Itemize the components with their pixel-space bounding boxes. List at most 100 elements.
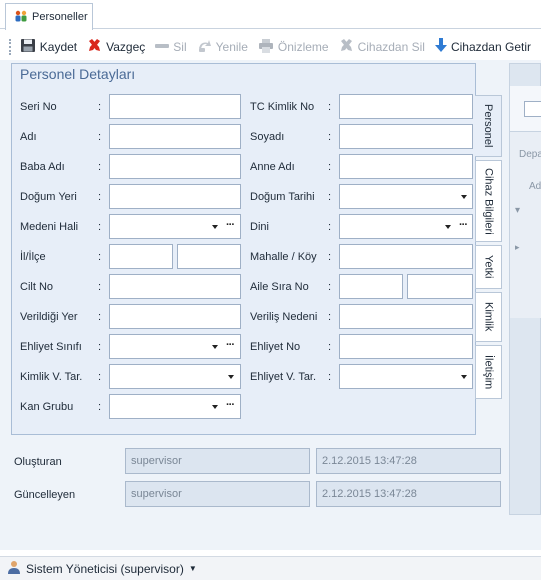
colon: : bbox=[328, 281, 332, 293]
kan-grubu-select[interactable] bbox=[109, 394, 241, 419]
colon: : bbox=[98, 221, 102, 233]
colon: : bbox=[328, 191, 332, 203]
chevron-down-icon[interactable] bbox=[212, 225, 218, 229]
refresh-button[interactable]: Yenile bbox=[197, 39, 248, 56]
anne-adi-input[interactable] bbox=[339, 154, 473, 179]
colon: : bbox=[328, 131, 332, 143]
tab-personel[interactable]: Personel bbox=[475, 95, 502, 157]
ellipsis-icon[interactable]: ··· bbox=[459, 219, 468, 231]
chevron-down-icon[interactable] bbox=[212, 345, 218, 349]
cancel-label: Vazgeç bbox=[106, 40, 146, 54]
colon: : bbox=[98, 371, 102, 383]
ellipsis-icon[interactable]: ··· bbox=[226, 339, 235, 351]
adi-input[interactable] bbox=[109, 124, 241, 149]
minus-icon bbox=[155, 39, 170, 56]
label-dogum-yeri: Doğum Yeri bbox=[20, 191, 77, 203]
ellipsis-icon[interactable]: ··· bbox=[226, 219, 235, 231]
label-kimlik-v-tar: Kimlik V. Tar. bbox=[20, 371, 83, 383]
refresh-label: Yenile bbox=[215, 40, 248, 54]
status-bar: Sistem Yöneticisi (supervisor) ▼ bbox=[0, 556, 541, 580]
label-seri-no: Seri No bbox=[20, 101, 57, 113]
colon: : bbox=[98, 341, 102, 353]
verilis-nedeni-input[interactable] bbox=[339, 304, 473, 329]
aile-sira-no-2-input[interactable] bbox=[407, 274, 473, 299]
kimlik-v-tar-date[interactable] bbox=[109, 364, 241, 389]
ehliyet-sinifi-select[interactable] bbox=[109, 334, 241, 359]
chevron-down-icon[interactable] bbox=[212, 405, 218, 409]
label-dini: Dini bbox=[250, 221, 269, 233]
download-arrow-icon bbox=[434, 38, 447, 56]
chevron-down-icon[interactable] bbox=[228, 375, 234, 379]
tab-yetki-label: Yetki bbox=[482, 255, 495, 279]
dogum-yeri-input[interactable] bbox=[109, 184, 241, 209]
filter-icon[interactable]: ▾ bbox=[515, 205, 520, 216]
group-title: Personel Detayları bbox=[20, 66, 136, 82]
seri-no-input[interactable] bbox=[109, 94, 241, 119]
device-get-button[interactable]: Cihazdan Getir bbox=[434, 38, 531, 56]
tab-cihaz-bilgileri-label: Cihaz Bilgileri bbox=[482, 167, 495, 235]
tab-label: Personeller bbox=[32, 11, 88, 23]
right-grid-panel: Depa Ad ▾ ▸ bbox=[509, 63, 541, 515]
verildigi-yer-input[interactable] bbox=[109, 304, 241, 329]
created-by-field: supervisor bbox=[125, 448, 310, 474]
delete-label: Sil bbox=[173, 40, 187, 54]
colon: : bbox=[98, 161, 102, 173]
label-dogum-tarihi: Doğum Tarihi bbox=[250, 191, 315, 203]
tab-personeller[interactable]: Personeller bbox=[5, 3, 93, 30]
cancel-button[interactable]: Vazgeç bbox=[87, 38, 145, 56]
tab-cihaz-bilgileri[interactable]: Cihaz Bilgileri bbox=[475, 160, 502, 242]
label-ehliyet-v-tar: Ehliyet V. Tar. bbox=[250, 371, 317, 383]
label-guncelleyen: Güncelleyen bbox=[14, 489, 76, 501]
dogum-tarihi-date[interactable] bbox=[339, 184, 473, 209]
soyadi-input[interactable] bbox=[339, 124, 473, 149]
colon: : bbox=[98, 281, 102, 293]
tab-kimlik[interactable]: Kimlik bbox=[475, 292, 502, 342]
delete-button[interactable]: Sil bbox=[155, 39, 187, 56]
grid-search-box[interactable] bbox=[524, 101, 541, 117]
colon: : bbox=[328, 101, 332, 113]
label-il-ilce: İl/İlçe bbox=[20, 251, 46, 263]
ehliyet-no-input[interactable] bbox=[339, 334, 473, 359]
tab-kimlik-label: Kimlik bbox=[482, 302, 495, 332]
label-ehliyet-no: Ehliyet No bbox=[250, 341, 301, 353]
chevron-down-icon[interactable] bbox=[461, 195, 467, 199]
preview-button[interactable]: Önizleme bbox=[258, 38, 329, 56]
chevron-down-icon[interactable]: ▼ bbox=[189, 564, 197, 573]
grid-body: Depa Ad ▾ ▸ bbox=[510, 132, 541, 318]
tab-iletisim-label: İletişim bbox=[482, 354, 495, 390]
device-delete-label: Cihazdan Sil bbox=[357, 40, 425, 54]
created-at-field: 2.12.2015 13:47:28 bbox=[316, 448, 501, 474]
ilce-input[interactable] bbox=[177, 244, 241, 269]
label-medeni-hali: Medeni Hali bbox=[20, 221, 79, 233]
row-indicator-icon: ▸ bbox=[515, 242, 520, 252]
user-icon bbox=[7, 560, 21, 577]
status-user-label[interactable]: Sistem Yöneticisi (supervisor) bbox=[26, 562, 184, 576]
il-input[interactable] bbox=[109, 244, 173, 269]
mahalle-koy-input[interactable] bbox=[339, 244, 473, 269]
colon: : bbox=[98, 401, 102, 413]
device-delete-button[interactable]: Cihazdan Sil bbox=[339, 38, 425, 56]
cilt-no-input[interactable] bbox=[109, 274, 241, 299]
device-get-label: Cihazdan Getir bbox=[450, 40, 531, 54]
colon: : bbox=[98, 311, 102, 323]
tab-yetki[interactable]: Yetki bbox=[475, 245, 502, 289]
save-button[interactable]: Kaydet bbox=[20, 38, 77, 56]
chevron-down-icon[interactable] bbox=[461, 375, 467, 379]
tab-iletisim[interactable]: İletişim bbox=[475, 345, 502, 399]
baba-adi-input[interactable] bbox=[109, 154, 241, 179]
toolbar-grip[interactable] bbox=[9, 39, 12, 55]
chevron-down-icon[interactable] bbox=[445, 225, 451, 229]
label-tc-kimlik-no: TC Kimlik No bbox=[250, 101, 315, 113]
aile-sira-no-input[interactable] bbox=[339, 274, 403, 299]
tc-kimlik-no-input[interactable] bbox=[339, 94, 473, 119]
ellipsis-icon[interactable]: ··· bbox=[226, 399, 235, 411]
label-soyadi: Soyadı bbox=[250, 131, 285, 143]
ehliyet-v-tar-date[interactable] bbox=[339, 364, 473, 389]
label-verilis-nedeni: Veriliş Nedeni bbox=[250, 311, 318, 323]
dini-select[interactable] bbox=[339, 214, 473, 239]
label-cilt-no: Cilt No bbox=[20, 281, 54, 293]
medeni-hali-select[interactable] bbox=[109, 214, 241, 239]
toolbar: Kaydet Vazgeç Sil Yenile Önizleme Cihazd… bbox=[9, 35, 541, 59]
colon: : bbox=[98, 251, 102, 263]
label-ehliyet-sinifi: Ehliyet Sınıfı bbox=[20, 341, 82, 353]
